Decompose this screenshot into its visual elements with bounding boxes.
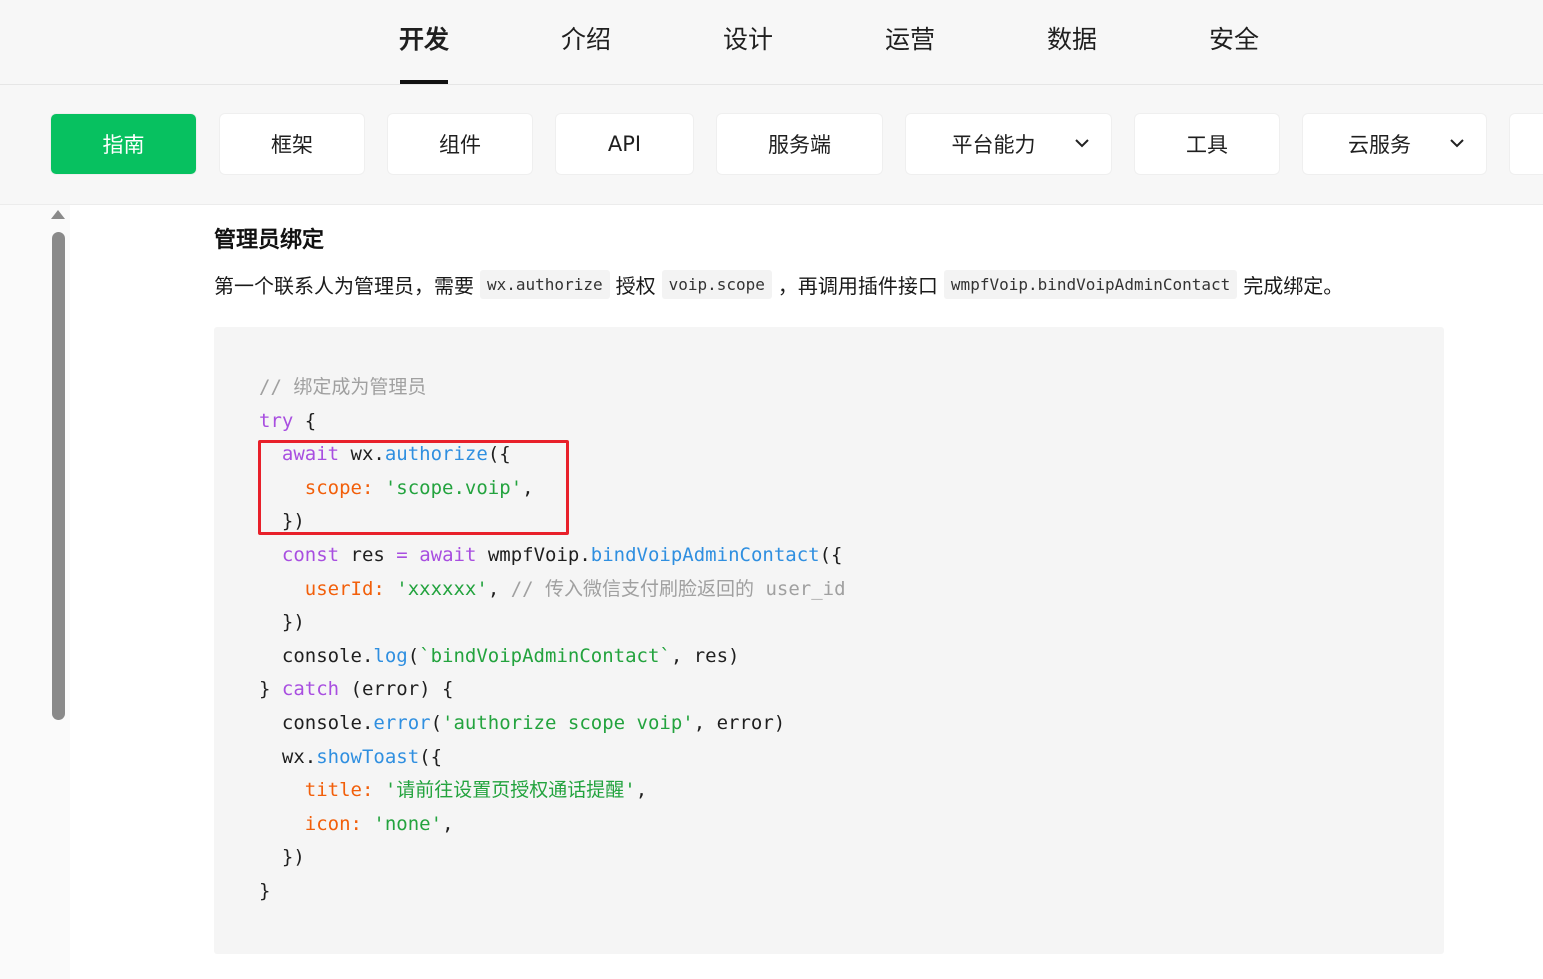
section-description: 第一个联系人为管理员，需要 wx.authorize 授权 voip.scope… <box>214 270 1343 299</box>
top-nav-design[interactable]: 设计 <box>723 20 773 56</box>
sub-nav: 指南 框架 组件 API 服务端 平台能力 工具 云服务 <box>0 85 1543 205</box>
scroll-up-arrow-icon[interactable] <box>51 210 65 219</box>
section-title: 管理员绑定 <box>214 228 325 253</box>
top-nav-develop[interactable]: 开发 <box>399 20 449 56</box>
scrollbar-thumb[interactable] <box>52 232 65 720</box>
top-nav-data[interactable]: 数据 <box>1047 20 1097 56</box>
code-content: // 绑定成为管理员 try { await wx.authorize({ sc… <box>259 376 846 902</box>
subnav-components[interactable]: 组件 <box>388 114 532 174</box>
chevron-down-icon <box>1075 139 1089 148</box>
top-nav-operations[interactable]: 运营 <box>885 20 935 56</box>
subnav-api[interactable]: API <box>556 114 693 174</box>
top-nav-security[interactable]: 安全 <box>1209 20 1259 56</box>
inline-code-bind-admin: wmpfVoip.bindVoipAdminContact <box>943 270 1238 299</box>
subnav-server[interactable]: 服务端 <box>717 114 882 174</box>
subnav-framework[interactable]: 框架 <box>220 114 364 174</box>
subnav-platform-capabilities[interactable]: 平台能力 <box>906 114 1111 174</box>
top-nav: 开发 介绍 设计 运营 数据 安全 <box>0 0 1543 85</box>
inline-code-wx-authorize: wx.authorize <box>480 270 610 299</box>
subnav-more[interactable] <box>1510 114 1543 174</box>
inline-code-voip-scope: voip.scope <box>661 270 772 299</box>
active-tab-underline <box>400 80 448 84</box>
subnav-cloud-services[interactable]: 云服务 <box>1303 114 1486 174</box>
top-nav-intro[interactable]: 介绍 <box>561 20 611 56</box>
subnav-guide[interactable]: 指南 <box>51 114 196 174</box>
subnav-tools[interactable]: 工具 <box>1135 114 1279 174</box>
chevron-down-icon <box>1450 139 1464 148</box>
